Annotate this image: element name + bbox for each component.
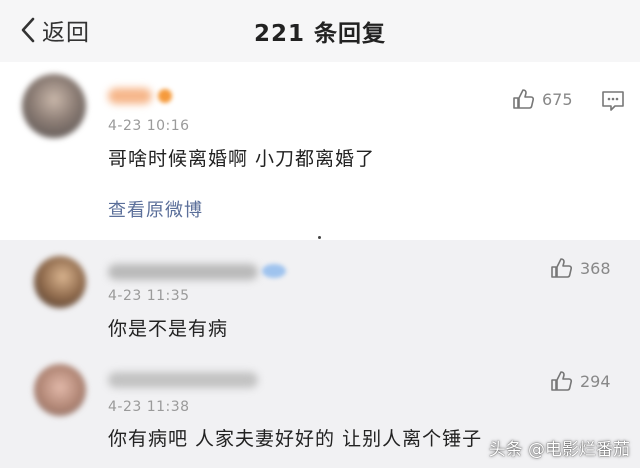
reply-icon[interactable] <box>601 90 625 112</box>
divider-dot <box>318 236 321 239</box>
comment-text: 你是不是有病 <box>108 318 229 340</box>
thumbs-up-icon <box>551 371 573 391</box>
page-title: 221 条回复 <box>253 21 387 47</box>
verified-badge-icon <box>262 264 286 278</box>
like-count: 368 <box>580 258 611 278</box>
username-blurred[interactable] <box>108 264 258 280</box>
view-original-link[interactable]: 查看原微博 <box>108 196 203 222</box>
comment-text: 你有病吧 人家夫妻好好的 让别人离个锤子 <box>108 428 483 450</box>
thumbs-up-icon <box>513 89 535 109</box>
like-button[interactable]: 368 <box>550 257 611 279</box>
thumbs-up-icon <box>551 258 573 278</box>
vip-badge-icon <box>158 89 172 103</box>
reply-item: 4-23 11:35 你是不是有病 368 <box>0 242 640 347</box>
watermark: 头条 @电影烂番茄 <box>488 440 630 460</box>
comment-text: 哥啥时候离婚啊 小刀都离婚了 <box>108 148 376 170</box>
avatar[interactable] <box>22 74 86 138</box>
comment-time: 4-23 11:35 <box>108 288 190 304</box>
username-blurred[interactable] <box>108 88 152 104</box>
comment-time: 4-23 10:16 <box>108 118 190 134</box>
main-comment: 4-23 10:16 哥啥时候离婚啊 小刀都离婚了 查看原微博 675 <box>0 62 640 240</box>
comment-time: 4-23 11:38 <box>108 399 190 415</box>
like-count: 294 <box>580 371 611 391</box>
username-blurred[interactable] <box>108 372 258 388</box>
like-button[interactable]: 675 <box>512 88 573 110</box>
avatar[interactable] <box>34 256 86 308</box>
avatar[interactable] <box>34 364 86 416</box>
nav-header: 返回 221 条回复 <box>0 0 640 62</box>
like-button[interactable]: 294 <box>550 370 611 392</box>
like-count: 675 <box>542 89 573 109</box>
